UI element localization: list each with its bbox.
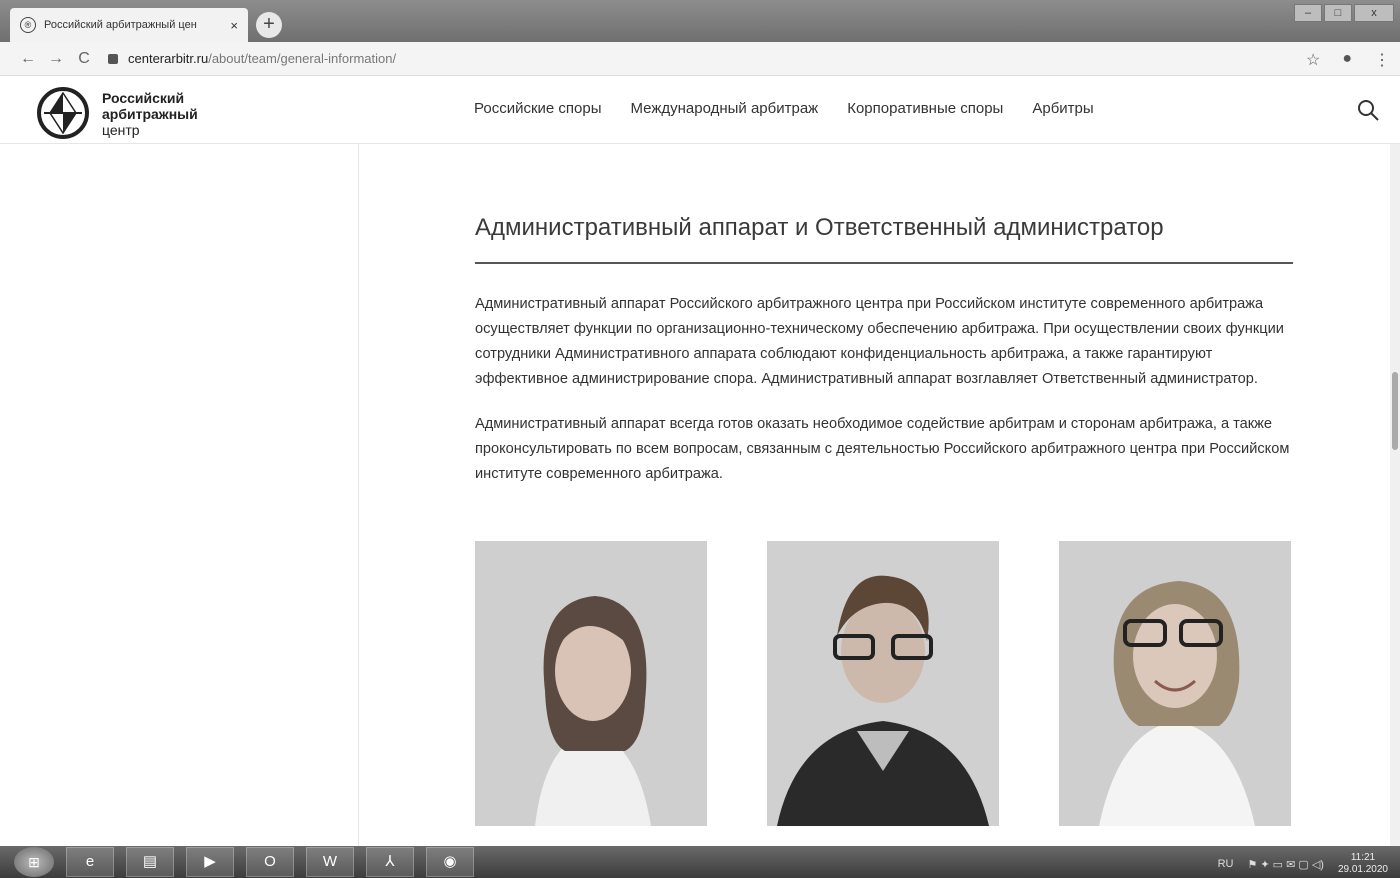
- taskbar-chrome-icon[interactable]: ◉: [426, 847, 474, 877]
- profile-icon[interactable]: ●: [1342, 50, 1352, 70]
- taskbar-media-player-icon[interactable]: ▶: [186, 847, 234, 877]
- menu-item-russian-disputes[interactable]: Российские споры: [474, 100, 602, 117]
- main-content: Административный аппарат и Ответственный…: [475, 144, 1295, 487]
- taskbar-file-explorer-icon[interactable]: ▤: [126, 847, 174, 877]
- clock-time: 11:21: [1350, 852, 1376, 863]
- language-indicator[interactable]: RU: [1218, 858, 1234, 870]
- tab-title: Российский арбитражный цен: [44, 19, 197, 31]
- intro-paragraph-1: Административный аппарат Российского арб…: [475, 296, 1284, 387]
- taskbar-word-icon[interactable]: W: [306, 847, 354, 877]
- tray-icons[interactable]: ⚑ ✦ ▭ ✉ ▢ ◁): [1247, 858, 1323, 871]
- logo-icon[interactable]: [36, 86, 90, 140]
- site-favicon-icon: ®: [20, 17, 36, 33]
- back-arrow-icon[interactable]: ←: [14, 50, 42, 68]
- left-sidebar: [0, 144, 359, 846]
- search-icon[interactable]: [1356, 98, 1380, 122]
- title-divider: [475, 262, 1293, 264]
- team-member-photo[interactable]: [1059, 541, 1291, 826]
- close-window-button[interactable]: x: [1354, 4, 1394, 22]
- start-button[interactable]: ⊞: [14, 847, 54, 877]
- taskbar-acrobat-icon[interactable]: ⅄: [366, 847, 414, 877]
- address-bar[interactable]: centerarbitr.ru/about/team/general-infor…: [108, 51, 396, 66]
- team-photos: [475, 541, 1291, 826]
- clock-date: 29.01.2020: [1337, 864, 1388, 875]
- taskbar-outlook-icon[interactable]: O: [246, 847, 294, 877]
- forward-arrow-icon[interactable]: →: [42, 50, 70, 68]
- kebab-menu-icon[interactable]: ⋮: [1374, 50, 1390, 70]
- url-path: /about/team/general-information/: [208, 51, 397, 66]
- url-host: centerarbitr.ru: [128, 51, 209, 66]
- intro-paragraph-2: Административный аппарат всегда готов ок…: [475, 416, 1290, 482]
- team-member-photo[interactable]: [767, 541, 999, 826]
- browser-tab[interactable]: ® Российский арбитражный цен ×: [10, 8, 248, 42]
- logo-line3: центр: [102, 122, 140, 138]
- os-taskbar: ⊞ e ▤ ▶ O W ⅄ ◉ RU ⚑ ✦ ▭ ✉ ▢ ◁) 11:21 29…: [0, 846, 1400, 878]
- logo-line2: арбитражный: [102, 106, 198, 122]
- system-tray: RU ⚑ ✦ ▭ ✉ ▢ ◁) 11:21 29.01.2020: [1218, 852, 1388, 876]
- new-tab-button[interactable]: +: [256, 12, 282, 38]
- lock-icon: [108, 53, 118, 64]
- clock[interactable]: 11:21 29.01.2020: [1338, 852, 1388, 876]
- taskbar-internet-explorer-icon[interactable]: e: [66, 847, 114, 877]
- logo-line1: Российский: [102, 90, 185, 106]
- star-icon[interactable]: ☆: [1306, 50, 1320, 70]
- browser-toolbar: ← → C centerarbitr.ru/about/team/general…: [0, 42, 1400, 76]
- scrollbar-thumb[interactable]: [1392, 372, 1398, 450]
- page-scrollbar[interactable]: [1390, 144, 1400, 846]
- window-controls: – □ x: [1294, 4, 1394, 22]
- browser-tab-strip: ® Российский арбитражный цен × + – □ x: [0, 0, 1400, 42]
- site-header: Российский арбитражный центр Российские …: [0, 76, 1400, 144]
- page-title: Административный аппарат и Ответственный…: [475, 214, 1164, 241]
- maximize-button[interactable]: □: [1324, 4, 1352, 22]
- menu-item-international-arbitration[interactable]: Международный арбитраж: [631, 100, 819, 117]
- tab-close-icon[interactable]: ×: [230, 18, 238, 33]
- team-member-photo[interactable]: [475, 541, 707, 826]
- logo-text[interactable]: Российский арбитражный центр: [102, 90, 198, 138]
- menu-item-corporate-disputes[interactable]: Корпоративные споры: [847, 100, 1003, 117]
- menu-item-arbitrators[interactable]: Арбитры: [1032, 100, 1093, 117]
- minimize-button[interactable]: –: [1294, 4, 1322, 22]
- reload-icon[interactable]: C: [70, 50, 98, 68]
- main-menu: Российские споры Международный арбитраж …: [474, 100, 1094, 117]
